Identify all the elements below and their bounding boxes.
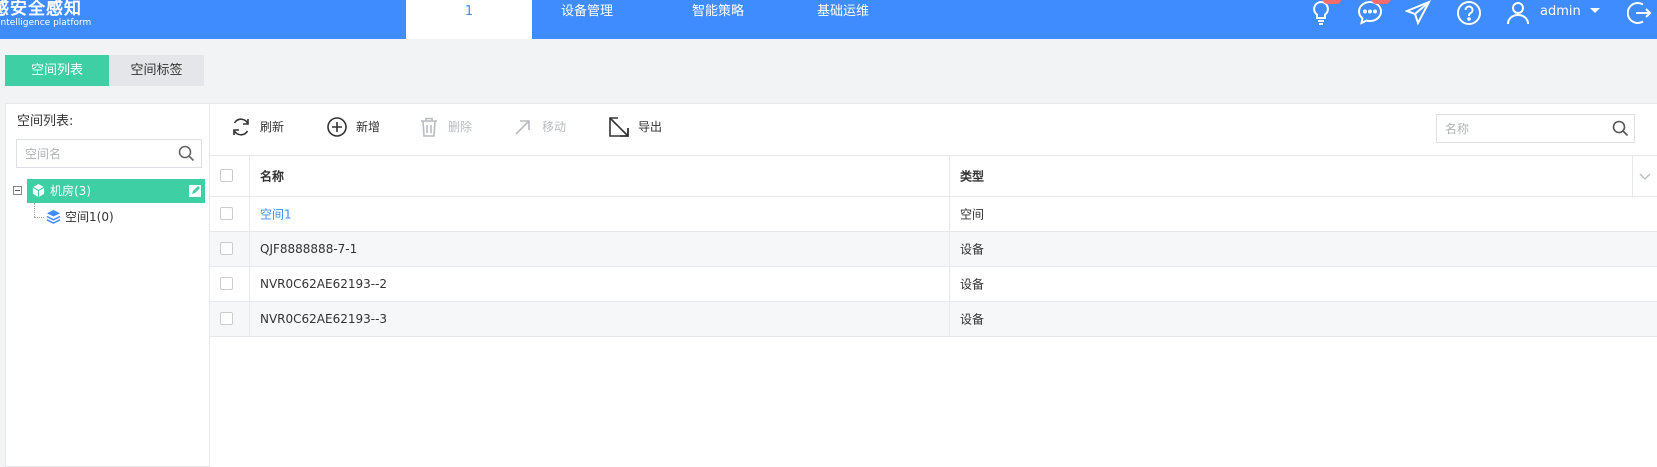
row-name-cell: NVR0C62AE62193--2 [250, 267, 950, 301]
tree-collapse-toggle[interactable] [13, 186, 22, 195]
tree-node-label: 机房(3) [50, 184, 91, 198]
row-name: QJF8888888-7-1 [260, 242, 358, 256]
subtab-space-list[interactable]: 空间列表 [5, 55, 109, 86]
search-icon[interactable] [178, 145, 195, 162]
row-checkbox[interactable] [220, 242, 233, 255]
subtab-space-tags[interactable]: 空间标签 [109, 55, 204, 86]
table-row[interactable]: QJF8888888-7-1 设备 [210, 232, 1657, 267]
row-type-cell: 设备 [950, 232, 1630, 266]
plus-circle-icon [327, 117, 347, 137]
row-type: 设备 [960, 242, 985, 257]
name-search-input[interactable] [1437, 115, 1597, 142]
row-check-cell [210, 197, 250, 231]
refresh-label: 刷新 [260, 120, 285, 134]
column-header-name[interactable]: 名称 [260, 168, 284, 185]
row-type-cell: 设备 [950, 302, 1630, 336]
tree-node-label: 空间1(0) [65, 210, 114, 224]
layers-icon [46, 209, 61, 224]
column-header-type[interactable]: 类型 [960, 168, 984, 185]
edit-icon[interactable] [188, 184, 202, 198]
row-check-cell [210, 267, 250, 301]
search-icon[interactable] [1612, 120, 1629, 137]
space-search-input[interactable] [17, 140, 167, 167]
caret-down-icon[interactable] [1588, 3, 1602, 17]
arrow-up-right-icon [515, 120, 530, 135]
nav-tab-basic-ops[interactable]: 基础运维 [817, 0, 869, 39]
space-content-panel: 刷新 新增 删除 移动 导出 名称 类型 空间1 空间 [210, 103, 1657, 467]
message-badge [1371, 0, 1391, 4]
row-name: NVR0C62AE62193--2 [260, 277, 388, 291]
help-icon[interactable] [1456, 0, 1484, 26]
space-table: 名称 类型 空间1 空间 QJF8888888-7-1 设备 NVR0C62AE… [210, 155, 1657, 337]
notification-badge [1322, 0, 1342, 4]
tree-connector [34, 217, 44, 218]
row-type: 设备 [960, 277, 985, 292]
select-all-checkbox[interactable] [220, 169, 233, 182]
table-row[interactable]: NVR0C62AE62193--2 设备 [210, 267, 1657, 302]
row-checkbox[interactable] [220, 312, 233, 325]
tree-node-machine-room[interactable]: 机房(3) [27, 179, 205, 203]
move-label: 移动 [542, 120, 567, 134]
lightbulb-icon[interactable] [1308, 0, 1342, 26]
logo-title: 感安全感知 [0, 0, 82, 19]
row-name-cell: 空间1 [250, 197, 950, 231]
add-label: 新增 [356, 120, 381, 134]
row-name-link[interactable]: 空间1 [260, 206, 292, 223]
row-name: NVR0C62AE62193--3 [260, 312, 388, 326]
user-icon[interactable] [1505, 0, 1533, 26]
header-check-cell [210, 156, 250, 196]
refresh-icon [233, 118, 249, 136]
top-navbar: 感安全感知 intelligence platform 1 设备管理 智能策略 … [0, 0, 1657, 39]
username-label[interactable]: admin [1540, 0, 1581, 24]
logout-icon[interactable] [1626, 0, 1655, 26]
nav-tab-smart-strategy[interactable]: 智能策略 [692, 0, 744, 39]
cube-icon [32, 183, 45, 198]
chat-icon[interactable] [1357, 0, 1391, 26]
row-type: 空间 [960, 207, 985, 222]
row-checkbox[interactable] [220, 207, 233, 220]
tree-connector [34, 203, 35, 217]
logo-subtitle: intelligence platform [0, 18, 92, 28]
chevron-down-icon [1639, 173, 1651, 180]
row-name-cell: QJF8888888-7-1 [250, 232, 950, 266]
space-tree-panel: 空间列表: 机房(3) 空间1(0) [5, 103, 210, 467]
row-type: 设备 [960, 312, 985, 327]
row-type-cell: 空间 [950, 197, 1630, 231]
export-label: 导出 [638, 120, 663, 134]
table-header: 名称 类型 [210, 155, 1657, 198]
space-list-title: 空间列表: [17, 114, 74, 129]
row-check-cell [210, 302, 250, 336]
export-icon [609, 117, 629, 137]
table-row[interactable]: NVR0C62AE62193--3 设备 [210, 302, 1657, 337]
space-search-box [16, 139, 202, 168]
trash-icon [421, 117, 437, 137]
nav-tab-home[interactable]: 1 [406, 0, 532, 39]
row-check-cell [210, 232, 250, 266]
send-icon[interactable] [1404, 0, 1433, 26]
row-checkbox[interactable] [220, 277, 233, 290]
row-name-cell: NVR0C62AE62193--3 [250, 302, 950, 336]
table-row[interactable]: 空间1 空间 [210, 197, 1657, 232]
column-menu-button[interactable] [1632, 156, 1657, 198]
delete-label: 删除 [448, 120, 473, 134]
row-type-cell: 设备 [950, 267, 1630, 301]
name-search-box [1436, 114, 1635, 143]
header-name-cell: 名称 [250, 156, 950, 196]
nav-tab-device-management[interactable]: 设备管理 [561, 0, 613, 39]
header-type-cell: 类型 [950, 156, 1630, 196]
